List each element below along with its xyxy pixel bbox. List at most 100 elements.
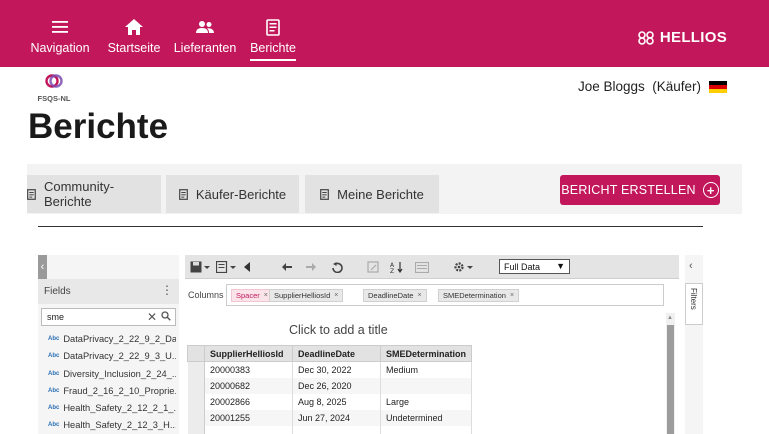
export-icon[interactable] bbox=[216, 258, 236, 276]
row-number-cell bbox=[187, 409, 205, 426]
filters-label: Filters bbox=[689, 288, 698, 310]
field-list-item[interactable]: Abc Fraud_2_16_2_10_Proprie... bbox=[48, 382, 176, 399]
search-icon[interactable] bbox=[161, 311, 171, 323]
tab-community-berichte[interactable]: Community-Berichte bbox=[27, 175, 161, 213]
remove-chip-icon[interactable]: × bbox=[264, 292, 268, 299]
document-icon bbox=[178, 188, 188, 200]
table-cell[interactable]: Large bbox=[380, 393, 473, 410]
columns-label: Columns bbox=[188, 290, 224, 300]
active-tab-indicator bbox=[250, 59, 296, 61]
table-cell[interactable] bbox=[204, 425, 293, 434]
text-type-icon: Abc bbox=[48, 352, 60, 359]
svg-text:Z: Z bbox=[390, 268, 394, 273]
create-report-label: BERICHT ERSTELLEN bbox=[561, 183, 696, 197]
nav-item-lieferanten[interactable]: Lieferanten bbox=[172, 0, 238, 67]
field-search-input[interactable]: sme ✕ bbox=[41, 308, 176, 326]
nav-item-startseite[interactable]: Startseite bbox=[106, 0, 162, 67]
field-list-item[interactable]: Abc DataPrivacy_2_22_9_2_Da... bbox=[48, 330, 176, 347]
settings-gear-icon[interactable] bbox=[453, 258, 473, 276]
scrollbar-thumb[interactable] bbox=[667, 325, 674, 434]
field-list-item[interactable]: Abc Health_Safety_2_12_2_1_... bbox=[48, 399, 176, 416]
page-title: Berichte bbox=[28, 107, 169, 146]
text-type-icon: Abc bbox=[48, 404, 60, 411]
column-header[interactable]: SMEDetermination bbox=[379, 345, 473, 362]
table-cell[interactable]: 20000383 bbox=[204, 361, 293, 378]
user-menu[interactable]: Joe Bloggs (Käufer) bbox=[578, 79, 727, 94]
format-icon[interactable] bbox=[367, 258, 379, 276]
nav-label: Berichte bbox=[250, 41, 296, 55]
columns-bar: Columns Spacer × SupplierHelliosId × Deadl… bbox=[185, 284, 665, 307]
redo-icon[interactable] bbox=[305, 258, 317, 276]
column-chip-deadlinedate[interactable]: DeadlineDate × bbox=[363, 289, 427, 302]
vertical-scrollbar[interactable]: ▲ bbox=[666, 313, 675, 434]
column-header[interactable]: DeadlineDate bbox=[292, 345, 381, 362]
table-cell[interactable]: Dec 26, 2020 bbox=[292, 377, 381, 394]
chevron-left-icon[interactable]: ‹ bbox=[689, 260, 693, 272]
column-chip-spacer[interactable]: Spacer × bbox=[231, 289, 273, 302]
report-designer: ‹ Fields ⋮ sme ✕ Abc DataPrivacy_2_22_9_2… bbox=[27, 214, 742, 434]
nav-item-berichte[interactable]: Berichte bbox=[246, 0, 300, 67]
remove-chip-icon[interactable]: × bbox=[510, 292, 514, 299]
field-list-item[interactable]: Abc DataPrivacy_2_22_9_3_U... bbox=[48, 347, 176, 364]
more-vertical-icon[interactable]: ⋮ bbox=[161, 283, 173, 297]
table-cell[interactable]: Undetermined bbox=[380, 409, 473, 426]
brand-name: HELLIOS bbox=[659, 29, 727, 46]
table-cell[interactable]: 20001255 bbox=[204, 409, 293, 426]
collapse-left-icon[interactable]: ‹ bbox=[38, 255, 47, 279]
create-report-button[interactable]: BERICHT ERSTELLEN + bbox=[560, 175, 720, 205]
chevron-down-icon: ▼ bbox=[556, 261, 565, 271]
report-table: SupplierHelliosId DeadlineDate SMEDeterm… bbox=[187, 345, 473, 434]
org-logo-icon bbox=[45, 74, 63, 88]
field-name: Health_Safety_2_12_2_1_... bbox=[63, 402, 176, 413]
tab-kaeufer-berichte[interactable]: Käufer-Berichte bbox=[166, 175, 299, 213]
undo-icon[interactable] bbox=[281, 258, 293, 276]
top-navigation-bar: Navigation Startseite Lieferanten Berich… bbox=[0, 0, 769, 67]
data-mode-value: Full Data bbox=[504, 261, 541, 272]
brand-logo[interactable]: HELLIOS bbox=[636, 29, 727, 46]
table-row: 20000682 Dec 26, 2020 bbox=[187, 377, 473, 394]
table-cell[interactable] bbox=[292, 425, 381, 434]
plus-circle-icon: + bbox=[702, 182, 719, 198]
report-title-placeholder[interactable]: Click to add a title bbox=[289, 323, 388, 337]
columns-drop-zone[interactable]: Spacer × SupplierHelliosId × DeadlineDate ×… bbox=[226, 284, 664, 306]
field-name: Diversity_Inclusion_2_24_... bbox=[63, 368, 176, 379]
menu-icon bbox=[28, 16, 92, 38]
field-list-item[interactable]: Abc Diversity_Inclusion_2_24_... bbox=[48, 365, 176, 382]
row-number-header bbox=[187, 345, 205, 362]
filters-tab[interactable]: Filters bbox=[685, 283, 703, 325]
collapse-arrow-icon[interactable] bbox=[243, 258, 251, 276]
table-cell[interactable]: Aug 8, 2025 bbox=[292, 393, 381, 410]
column-header[interactable]: SupplierHelliosId bbox=[204, 345, 293, 362]
table-cell[interactable]: 20000682 bbox=[204, 377, 293, 394]
chip-label: DeadlineDate bbox=[368, 291, 414, 300]
remove-chip-icon[interactable]: × bbox=[334, 292, 338, 299]
org-logo[interactable]: FSQS-NL bbox=[34, 74, 74, 103]
germany-flag-icon[interactable] bbox=[709, 80, 727, 93]
remove-chip-icon[interactable]: × bbox=[417, 292, 421, 299]
nav-item-navigation[interactable]: Navigation bbox=[28, 0, 92, 67]
table-cell[interactable]: Dec 30, 2022 bbox=[292, 361, 381, 378]
column-chip-supplierhelliosid[interactable]: SupplierHelliosId × bbox=[269, 289, 344, 302]
sort-icon[interactable]: AZ bbox=[390, 258, 404, 276]
layout-icon[interactable] bbox=[415, 258, 429, 276]
table-cell[interactable]: 20002866 bbox=[204, 393, 293, 410]
document-icon bbox=[320, 188, 330, 200]
clear-search-icon[interactable]: ✕ bbox=[147, 310, 157, 324]
field-list-title: Fields bbox=[44, 286, 71, 297]
table-cell[interactable]: Medium bbox=[380, 361, 473, 378]
save-icon[interactable] bbox=[190, 258, 210, 276]
nav-label: Navigation bbox=[30, 41, 90, 55]
data-mode-select[interactable]: Full Data ▼ bbox=[499, 259, 570, 274]
scroll-up-icon[interactable]: ▲ bbox=[667, 315, 673, 321]
field-name: DataPrivacy_2_22_9_3_U... bbox=[63, 350, 176, 361]
field-list-item[interactable]: Abc Health_Safety_2_12_3_H... bbox=[48, 416, 176, 433]
hellios-logo-icon bbox=[638, 30, 654, 45]
table-row: 20002866 Aug 8, 2025 Large bbox=[187, 393, 473, 410]
table-cell[interactable] bbox=[380, 377, 473, 394]
table-cell[interactable]: Jun 27, 2024 bbox=[292, 409, 381, 426]
user-name: Joe Bloggs (Käufer) bbox=[577, 79, 701, 94]
column-chip-smedetermination[interactable]: SMEDetermination × bbox=[438, 289, 520, 302]
reset-icon[interactable] bbox=[331, 258, 343, 276]
table-cell[interactable] bbox=[380, 425, 473, 434]
tab-meine-berichte[interactable]: Meine Berichte bbox=[305, 175, 439, 213]
